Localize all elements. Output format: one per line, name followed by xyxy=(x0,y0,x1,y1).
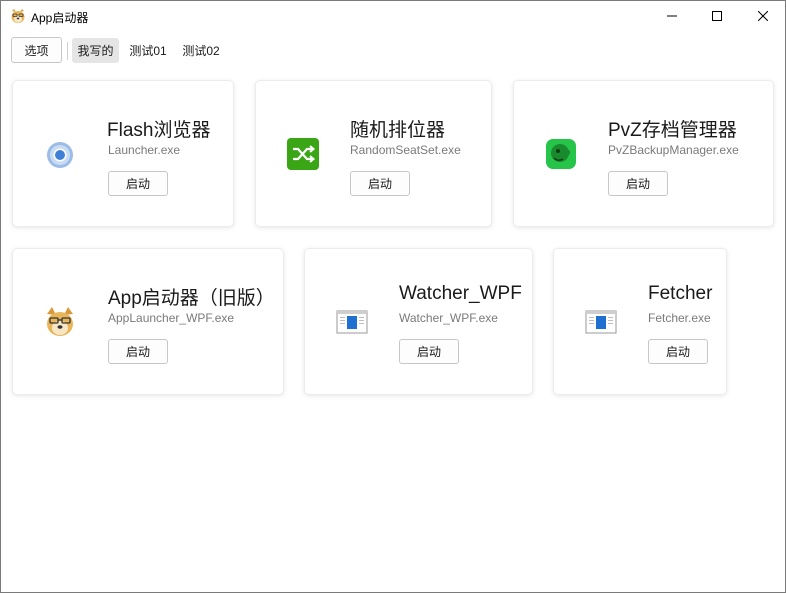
app-window-icon xyxy=(585,306,617,338)
options-button[interactable]: 选项 xyxy=(11,37,62,63)
toolbar-separator xyxy=(67,42,68,60)
launch-button[interactable]: 启动 xyxy=(350,171,410,196)
maximize-icon xyxy=(712,11,722,21)
tab-mine[interactable]: 我写的 xyxy=(72,38,119,63)
app-card-random-seat: 随机排位器 RandomSeatSet.exe 启动 xyxy=(255,80,492,227)
launch-button[interactable]: 启动 xyxy=(648,339,708,364)
minimize-button[interactable] xyxy=(649,1,695,31)
app-exe: Watcher_WPF.exe xyxy=(399,311,498,325)
launch-button[interactable]: 启动 xyxy=(608,171,668,196)
close-icon xyxy=(758,11,768,21)
chrome-globe-icon xyxy=(44,139,76,171)
tab-test02[interactable]: 测试02 xyxy=(178,38,224,63)
toolbar: 选项 我写的 测试01 测试02 xyxy=(1,32,785,68)
app-card-watcher: Watcher_WPF Watcher_WPF.exe 启动 xyxy=(304,248,533,395)
window-title: App启动器 xyxy=(31,11,89,25)
app-card-pvz-backup: PvZ存档管理器 PvZBackupManager.exe 启动 xyxy=(513,80,774,227)
launch-button[interactable]: 启动 xyxy=(108,171,168,196)
app-name: App启动器（旧版） xyxy=(108,288,275,309)
doge-icon xyxy=(44,306,76,338)
app-window-icon xyxy=(336,306,368,338)
app-window: App启动器 选项 我写的 测试01 测试02 Flash浏览器 Launche… xyxy=(0,0,786,593)
app-name: PvZ存档管理器 xyxy=(608,120,737,141)
tab-test01[interactable]: 测试01 xyxy=(125,38,171,63)
peashooter-icon xyxy=(545,138,577,170)
launch-button[interactable]: 启动 xyxy=(108,339,168,364)
app-name: Watcher_WPF xyxy=(399,283,522,304)
app-name: Flash浏览器 xyxy=(107,120,211,141)
app-exe: PvZBackupManager.exe xyxy=(608,143,739,157)
close-button[interactable] xyxy=(740,1,786,31)
app-card-applauncher-old: App启动器（旧版） AppLauncher_WPF.exe 启动 xyxy=(12,248,284,395)
app-card-flash-browser: Flash浏览器 Launcher.exe 启动 xyxy=(12,80,234,227)
app-card-fetcher: Fetcher Fetcher.exe 启动 xyxy=(553,248,727,395)
title-bar[interactable]: App启动器 xyxy=(1,1,785,32)
app-exe: Launcher.exe xyxy=(108,143,181,157)
app-exe: AppLauncher_WPF.exe xyxy=(108,311,235,325)
app-name: Fetcher xyxy=(648,283,713,304)
app-name: 随机排位器 xyxy=(350,120,446,141)
doge-app-icon xyxy=(10,8,26,24)
launch-button[interactable]: 启动 xyxy=(399,339,459,364)
minimize-icon xyxy=(667,15,677,17)
shuffle-icon xyxy=(287,138,319,170)
app-exe: Fetcher.exe xyxy=(648,311,711,325)
app-exe: RandomSeatSet.exe xyxy=(350,143,461,157)
maximize-button[interactable] xyxy=(694,1,740,31)
